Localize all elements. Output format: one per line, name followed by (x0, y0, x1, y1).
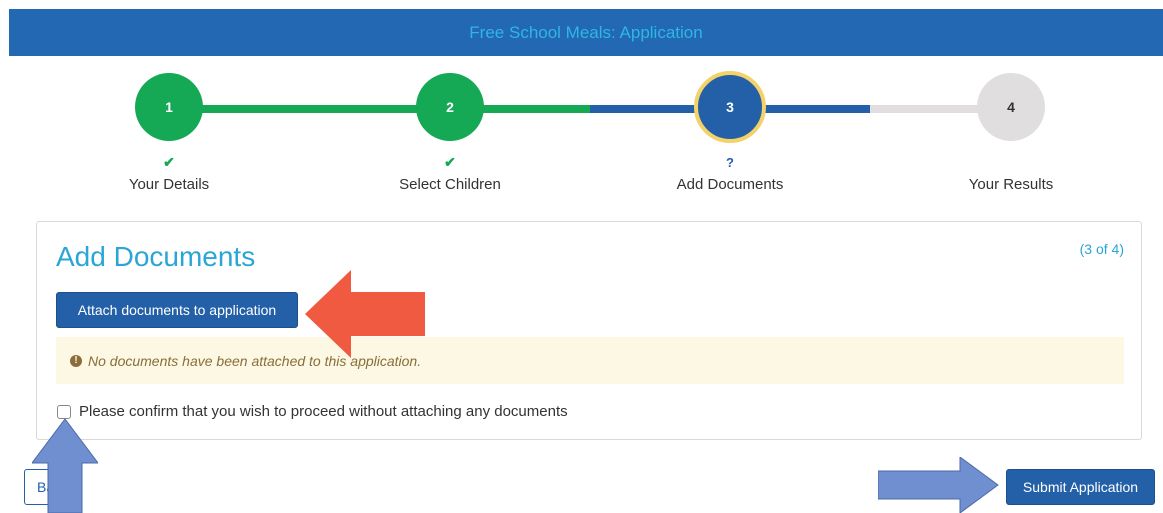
step-1-circle: 1 (135, 73, 203, 141)
step-4-label: Your Results (968, 176, 1054, 193)
blue-right-arrow-annotation (878, 457, 999, 513)
submit-application-button[interactable]: Submit Application (1006, 469, 1155, 505)
no-documents-notice: ! No documents have been attached to thi… (56, 337, 1124, 384)
confirm-label[interactable]: Please confirm that you wish to proceed … (79, 403, 568, 420)
red-arrow-annotation (305, 270, 425, 358)
blue-up-arrow-annotation (32, 419, 98, 513)
warning-icon: ! (70, 354, 82, 367)
step-3-question-icon: ? (726, 155, 734, 170)
step-2-label: Select Children (399, 176, 501, 193)
confirm-no-documents[interactable]: Please confirm that you wish to proceed … (57, 403, 568, 420)
attach-documents-button[interactable]: Attach documents to application (56, 292, 298, 328)
step-3-label: Add Documents (676, 176, 784, 193)
confirm-checkbox[interactable] (57, 404, 71, 419)
step-connector-1-2 (169, 105, 450, 113)
progress-stepper: 1 2 3 4 ✔ ✔ ? Your Details Select Childr… (0, 60, 1163, 200)
step-2-check-icon: ✔ (444, 154, 456, 170)
step-4-circle: 4 (977, 73, 1045, 141)
step-1-check-icon: ✔ (163, 154, 175, 170)
step-1-label: Your Details (128, 176, 210, 193)
panel-title: Add Documents (56, 241, 256, 272)
app-title: Free School Meals: Application (469, 22, 703, 42)
app-header: Free School Meals: Application (9, 9, 1163, 56)
step-counter: (3 of 4) (1079, 241, 1124, 257)
step-3-circle: 3 (694, 71, 766, 143)
add-documents-panel: Add Documents (3 of 4) Attach documents … (36, 221, 1142, 440)
step-2-circle: 2 (416, 73, 484, 141)
